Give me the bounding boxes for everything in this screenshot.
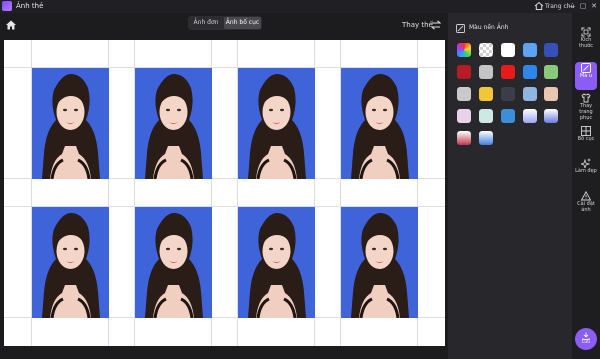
maximize-button[interactable]: ▢	[578, 1, 588, 11]
id-photo[interactable]	[238, 207, 315, 318]
color-swatch[interactable]	[523, 109, 537, 123]
replace-button[interactable]: Thay thế	[402, 19, 433, 31]
save-button[interactable]: Lưu	[575, 328, 597, 350]
color-swatch[interactable]	[523, 43, 537, 57]
rail-label-settings: Cài đặt ảnh	[577, 201, 595, 213]
shirt-icon	[581, 93, 591, 103]
transparent-swatch[interactable]	[479, 43, 493, 57]
id-photo[interactable]	[341, 68, 418, 179]
home-icon[interactable]	[5, 19, 17, 31]
warning-icon	[581, 191, 591, 201]
layout-icon	[581, 126, 591, 136]
toolbar: Ảnh đơn Ảnh bố cục Thay thế	[0, 13, 448, 37]
download-icon	[582, 332, 590, 340]
id-photo[interactable]	[32, 207, 109, 318]
id-photo[interactable]	[341, 207, 418, 318]
color-swatch[interactable]	[544, 87, 558, 101]
color-swatch[interactable]	[523, 65, 537, 79]
rail-item-layout[interactable]: Bố cục	[575, 126, 597, 148]
color-swatch[interactable]	[457, 87, 471, 101]
view-mode-toggle: Ảnh đơn Ảnh bố cục	[188, 16, 262, 30]
color-swatch[interactable]	[523, 87, 537, 101]
id-photo[interactable]	[135, 68, 212, 179]
tab-single-photo[interactable]: Ảnh đơn	[189, 17, 223, 29]
minimize-button[interactable]: —	[567, 1, 577, 11]
app-logo-icon	[2, 1, 12, 11]
color-swatch[interactable]	[501, 109, 515, 123]
rail-item-size[interactable]: Kích thước	[575, 27, 597, 53]
color-swatch[interactable]	[479, 131, 493, 145]
panel-title: Màu nền Ảnh	[469, 24, 509, 31]
color-swatch[interactable]	[501, 65, 515, 79]
right-rail: Kích thước Mà u Thay trang phục Bố cục L…	[572, 13, 600, 359]
rail-label-layout: Bố cục	[577, 136, 595, 142]
color-swatch[interactable]	[479, 65, 493, 79]
rail-item-outfit[interactable]: Thay trang phục	[575, 93, 597, 125]
rail-item-beauty[interactable]: Làm đẹp	[575, 158, 597, 182]
rail-label-outfit: Thay trang phục	[579, 103, 593, 121]
custom-color-swatch[interactable]	[457, 43, 471, 57]
rail-label-size: Kích thước	[578, 37, 594, 49]
color-swatch[interactable]	[479, 109, 493, 123]
id-photo[interactable]	[32, 68, 109, 179]
rail-label-color: Mà u	[579, 73, 593, 79]
background-color-panel: Màu nền Ảnh	[448, 13, 572, 359]
rail-label-beauty: Làm đẹp	[575, 168, 597, 174]
color-swatch[interactable]	[501, 43, 515, 57]
rail-item-settings[interactable]: Cài đặt ảnh	[575, 191, 597, 217]
color-swatch[interactable]	[544, 65, 558, 79]
color-swatch[interactable]	[544, 43, 558, 57]
app-title: Ảnh thẻ	[16, 2, 44, 10]
home-icon[interactable]	[534, 1, 544, 11]
color-swatch[interactable]	[457, 109, 471, 123]
color-icon	[581, 63, 591, 73]
close-button[interactable]: ✕	[589, 1, 599, 11]
color-swatch[interactable]	[457, 131, 471, 145]
id-photo[interactable]	[135, 207, 212, 318]
swap-icon[interactable]	[431, 19, 441, 31]
rail-item-color[interactable]: Mà u	[575, 62, 597, 90]
title-bar: Ảnh thẻ Trang chủ — ▢ ✕	[0, 0, 600, 13]
color-swatch[interactable]	[457, 65, 471, 79]
save-label: Lưu	[581, 340, 591, 345]
size-icon	[581, 27, 591, 37]
color-swatch[interactable]	[501, 87, 515, 101]
layout-canvas[interactable]	[4, 40, 445, 346]
sparkle-icon	[581, 158, 591, 168]
color-swatch[interactable]	[544, 109, 558, 123]
edit-background-icon	[456, 24, 465, 33]
tab-layout-photo[interactable]: Ảnh bố cục	[224, 17, 261, 29]
id-photo[interactable]	[238, 68, 315, 179]
color-swatch[interactable]	[479, 87, 493, 101]
